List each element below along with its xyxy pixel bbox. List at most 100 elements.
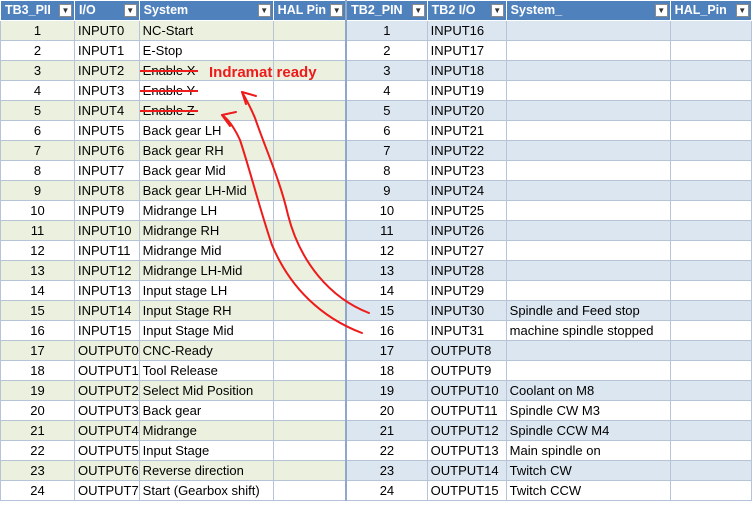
cell-tb2-pin[interactable]: 2 [345, 40, 428, 61]
cell-io[interactable]: INPUT4 [74, 100, 140, 121]
cell-hal-pin[interactable] [272, 300, 347, 321]
cell-tb3-pin[interactable]: 4 [0, 80, 75, 101]
cell-hal-pin2[interactable] [669, 420, 752, 441]
cell-io[interactable]: OUTPUT6 [74, 460, 140, 481]
cell-tb2-io[interactable]: OUTPUT15 [426, 480, 507, 501]
cell-system[interactable]: Reverse direction [138, 460, 274, 481]
cell-tb2-io[interactable]: INPUT19 [426, 80, 507, 101]
cell-hal-pin[interactable] [272, 160, 347, 181]
cell-hal-pin[interactable] [272, 240, 347, 261]
cell-system2[interactable] [505, 180, 671, 201]
cell-tb2-io[interactable]: INPUT20 [426, 100, 507, 121]
cell-hal-pin[interactable] [272, 420, 347, 441]
cell-hal-pin2[interactable] [669, 180, 752, 201]
cell-hal-pin2[interactable] [669, 80, 752, 101]
cell-tb3-pin[interactable]: 17 [0, 340, 75, 361]
cell-hal-pin[interactable] [272, 80, 347, 101]
cell-system2[interactable] [505, 360, 671, 381]
cell-tb2-pin[interactable]: 15 [345, 300, 428, 321]
cell-tb2-io[interactable]: OUTPUT12 [426, 420, 507, 441]
cell-hal-pin[interactable] [272, 460, 347, 481]
cell-hal-pin2[interactable] [669, 220, 752, 241]
cell-system[interactable]: Start (Gearbox shift) [138, 480, 274, 501]
cell-system2[interactable]: Spindle and Feed stop [505, 300, 671, 321]
cell-system[interactable]: Midrange LH-Mid [138, 260, 274, 281]
cell-io[interactable]: OUTPUT5 [74, 440, 140, 461]
cell-system[interactable]: Input Stage [138, 440, 274, 461]
cell-system[interactable]: Back gear Mid [138, 160, 274, 181]
cell-tb2-pin[interactable]: 16 [345, 320, 428, 341]
cell-tb2-io[interactable]: INPUT16 [426, 20, 507, 41]
cell-tb3-pin[interactable]: 9 [0, 180, 75, 201]
cell-hal-pin[interactable] [272, 260, 347, 281]
cell-system[interactable]: Tool Release [138, 360, 274, 381]
cell-system2[interactable] [505, 20, 671, 41]
cell-io[interactable]: INPUT1 [74, 40, 140, 61]
cell-tb2-pin[interactable]: 10 [345, 200, 428, 221]
cell-system2[interactable] [505, 340, 671, 361]
cell-hal-pin2[interactable] [669, 320, 752, 341]
cell-tb3-pin[interactable]: 5 [0, 100, 75, 121]
cell-io[interactable]: INPUT15 [74, 320, 140, 341]
cell-system2[interactable] [505, 240, 671, 261]
cell-system2[interactable]: Main spindle on [505, 440, 671, 461]
cell-tb2-pin[interactable]: 6 [345, 120, 428, 141]
cell-hal-pin2[interactable] [669, 40, 752, 61]
cell-hal-pin[interactable] [272, 40, 347, 61]
cell-hal-pin[interactable] [272, 100, 347, 121]
cell-tb2-pin[interactable]: 3 [345, 60, 428, 81]
cell-io[interactable]: INPUT2 [74, 60, 140, 81]
cell-io[interactable]: INPUT10 [74, 220, 140, 241]
cell-system2[interactable]: Twitch CCW [505, 480, 671, 501]
cell-system2[interactable] [505, 280, 671, 301]
cell-system[interactable]: Enable Z [138, 100, 274, 121]
chevron-down-icon[interactable]: ▼ [330, 4, 344, 17]
cell-hal-pin2[interactable] [669, 20, 752, 41]
cell-hal-pin2[interactable] [669, 100, 752, 121]
cell-system[interactable]: Input Stage RH [138, 300, 274, 321]
cell-io[interactable]: INPUT12 [74, 260, 140, 281]
cell-io[interactable]: INPUT14 [74, 300, 140, 321]
cell-system2[interactable] [505, 160, 671, 181]
cell-hal-pin[interactable] [272, 440, 347, 461]
cell-hal-pin[interactable] [272, 20, 347, 41]
cell-tb3-pin[interactable]: 19 [0, 380, 75, 401]
cell-system2[interactable]: Spindle CW M3 [505, 400, 671, 421]
cell-system2[interactable] [505, 220, 671, 241]
cell-tb3-pin[interactable]: 2 [0, 40, 75, 61]
cell-system2[interactable]: Twitch CW [505, 460, 671, 481]
cell-tb2-pin[interactable]: 20 [345, 400, 428, 421]
cell-tb3-pin[interactable]: 8 [0, 160, 75, 181]
chevron-down-icon[interactable]: ▼ [490, 4, 504, 17]
cell-system[interactable]: Select Mid Position [138, 380, 274, 401]
cell-tb3-pin[interactable]: 18 [0, 360, 75, 381]
cell-tb2-io[interactable]: OUTPUT13 [426, 440, 507, 461]
cell-tb2-io[interactable]: OUTPUT14 [426, 460, 507, 481]
cell-tb2-io[interactable]: INPUT25 [426, 200, 507, 221]
cell-tb3-pin[interactable]: 6 [0, 120, 75, 141]
cell-system[interactable]: Midrange LH [138, 200, 274, 221]
cell-tb3-pin[interactable]: 14 [0, 280, 75, 301]
cell-tb2-io[interactable]: OUTPUT8 [426, 340, 507, 361]
cell-tb3-pin[interactable]: 13 [0, 260, 75, 281]
cell-tb3-pin[interactable]: 1 [0, 20, 75, 41]
cell-hal-pin[interactable] [272, 480, 347, 501]
cell-io[interactable]: INPUT11 [74, 240, 140, 261]
cell-tb2-pin[interactable]: 4 [345, 80, 428, 101]
cell-system[interactable]: Input Stage Mid [138, 320, 274, 341]
cell-io[interactable]: INPUT7 [74, 160, 140, 181]
cell-tb2-pin[interactable]: 5 [345, 100, 428, 121]
cell-tb2-io[interactable]: INPUT26 [426, 220, 507, 241]
cell-tb2-pin[interactable]: 24 [345, 480, 428, 501]
cell-io[interactable]: OUTPUT1 [74, 360, 140, 381]
chevron-down-icon[interactable]: ▼ [257, 4, 271, 17]
cell-hal-pin[interactable] [272, 280, 347, 301]
cell-io[interactable]: INPUT5 [74, 120, 140, 141]
cell-io[interactable]: INPUT0 [74, 20, 140, 41]
cell-io[interactable]: OUTPUT2 [74, 380, 140, 401]
cell-hal-pin[interactable] [272, 180, 347, 201]
cell-tb3-pin[interactable]: 22 [0, 440, 75, 461]
cell-tb2-io[interactable]: INPUT28 [426, 260, 507, 281]
cell-system[interactable]: Midrange Mid [138, 240, 274, 261]
cell-system[interactable]: CNC-Ready [138, 340, 274, 361]
